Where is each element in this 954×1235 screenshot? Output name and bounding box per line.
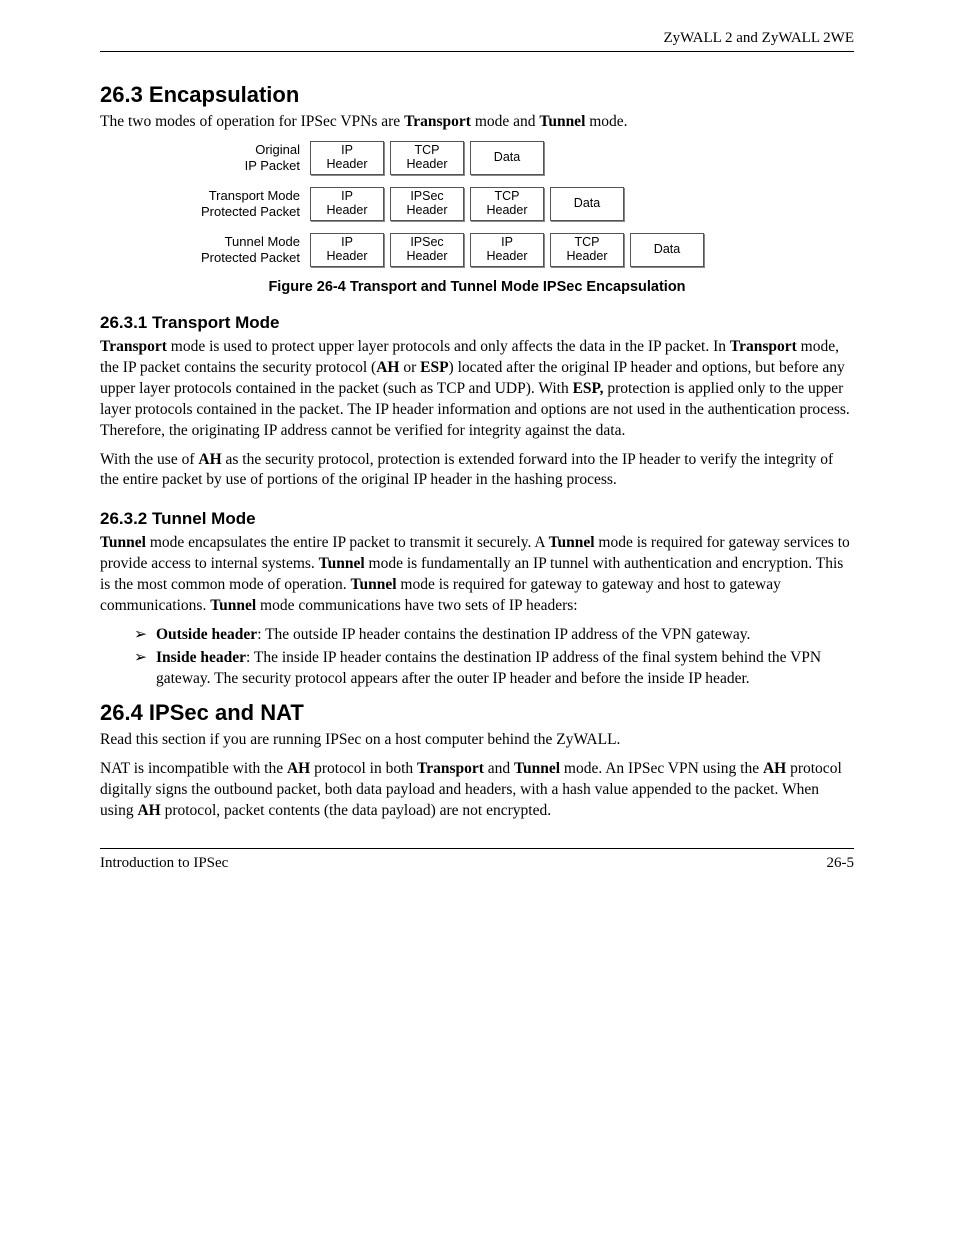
para-26-3-1-a: Transport mode is used to protect upper … bbox=[100, 337, 854, 442]
text-bold: Tunnel bbox=[100, 534, 146, 551]
diagram-box: TCPHeader bbox=[390, 141, 464, 175]
diagram-box: IPHeader bbox=[470, 233, 544, 267]
text-bold: AH bbox=[137, 802, 160, 819]
diagram-row: OriginalIP PacketIPHeaderTCPHeaderData bbox=[100, 141, 854, 175]
text: The two modes of operation for IPSec VPN… bbox=[100, 113, 404, 130]
text: : The inside IP header contains the dest… bbox=[156, 649, 821, 687]
footer-right: 26-5 bbox=[827, 855, 855, 872]
encapsulation-diagram: OriginalIP PacketIPHeaderTCPHeaderDataTr… bbox=[100, 141, 854, 267]
footer-left: Introduction to IPSec bbox=[100, 855, 228, 872]
page-footer: Introduction to IPSec 26-5 bbox=[100, 848, 854, 872]
text: mode and bbox=[471, 113, 539, 130]
text-bold: ESP bbox=[420, 359, 448, 376]
text: mode communications have two sets of IP … bbox=[256, 597, 577, 614]
text-bold: Tunnel bbox=[514, 760, 560, 777]
text-bold: Transport bbox=[730, 338, 797, 355]
para-26-4-a: Read this section if you are running IPS… bbox=[100, 730, 854, 751]
text-bold: ESP, bbox=[573, 380, 604, 397]
diagram-box: Data bbox=[630, 233, 704, 267]
bullet-item: Inside header: The inside IP header cont… bbox=[134, 648, 854, 690]
text: mode encapsulates the entire IP packet t… bbox=[146, 534, 549, 551]
text: or bbox=[399, 359, 420, 376]
text-bold: Transport bbox=[417, 760, 484, 777]
text: and bbox=[484, 760, 514, 777]
text-bold: AH bbox=[198, 451, 221, 468]
diagram-box: TCPHeader bbox=[470, 187, 544, 221]
text: mode. An IPSec VPN using the bbox=[560, 760, 763, 777]
heading-26-3: 26.3 Encapsulation bbox=[100, 82, 854, 108]
text-bold: Inside header bbox=[156, 649, 246, 666]
text: : The outside IP header contains the des… bbox=[257, 626, 750, 643]
text-bold: AH bbox=[376, 359, 399, 376]
heading-26-3-1: 26.3.1 Transport Mode bbox=[100, 313, 854, 333]
text-bold: Tunnel bbox=[539, 113, 585, 130]
diagram-box: TCPHeader bbox=[550, 233, 624, 267]
diagram-row-label: Transport ModeProtected Packet bbox=[100, 188, 310, 219]
figure-caption: Figure 26-4 Transport and Tunnel Mode IP… bbox=[100, 279, 854, 295]
heading-26-4: 26.4 IPSec and NAT bbox=[100, 700, 854, 726]
text-bold: Tunnel bbox=[351, 576, 397, 593]
diagram-box: IPSecHeader bbox=[390, 187, 464, 221]
diagram-boxes: IPHeaderTCPHeaderData bbox=[310, 141, 544, 175]
diagram-row-label: OriginalIP Packet bbox=[100, 142, 310, 173]
bullet-item: Outside header: The outside IP header co… bbox=[134, 625, 854, 646]
diagram-row: Tunnel ModeProtected PacketIPHeaderIPSec… bbox=[100, 233, 854, 267]
heading-26-3-2: 26.3.2 Tunnel Mode bbox=[100, 509, 854, 529]
diagram-row: Transport ModeProtected PacketIPHeaderIP… bbox=[100, 187, 854, 221]
text-bold: AH bbox=[287, 760, 310, 777]
diagram-box: IPSecHeader bbox=[390, 233, 464, 267]
text-bold: Tunnel bbox=[210, 597, 256, 614]
diagram-boxes: IPHeaderIPSecHeaderIPHeaderTCPHeaderData bbox=[310, 233, 704, 267]
doc-header: ZyWALL 2 and ZyWALL 2WE bbox=[100, 30, 854, 52]
text: mode. bbox=[585, 113, 627, 130]
text-bold: AH bbox=[763, 760, 786, 777]
diagram-row-label: Tunnel ModeProtected Packet bbox=[100, 234, 310, 265]
text: With the use of bbox=[100, 451, 198, 468]
diagram-box: Data bbox=[470, 141, 544, 175]
text-bold: Tunnel bbox=[549, 534, 595, 551]
diagram-box: Data bbox=[550, 187, 624, 221]
text: protocol, packet contents (the data payl… bbox=[161, 802, 551, 819]
text-bold: Transport bbox=[404, 113, 471, 130]
text-bold: Transport bbox=[100, 338, 167, 355]
diagram-box: IPHeader bbox=[310, 187, 384, 221]
bullet-list-26-3-2: Outside header: The outside IP header co… bbox=[100, 625, 854, 690]
text: Read this section if you are running IPS… bbox=[100, 731, 620, 748]
para-26-4-b: NAT is incompatible with the AH protocol… bbox=[100, 759, 854, 822]
text-bold: Tunnel bbox=[319, 555, 365, 572]
diagram-box: IPHeader bbox=[310, 233, 384, 267]
text-bold: Outside header bbox=[156, 626, 257, 643]
intro-26-3: The two modes of operation for IPSec VPN… bbox=[100, 112, 854, 133]
text: protocol in both bbox=[310, 760, 417, 777]
text: mode is used to protect upper layer prot… bbox=[167, 338, 730, 355]
text: NAT is incompatible with the bbox=[100, 760, 287, 777]
diagram-box: IPHeader bbox=[310, 141, 384, 175]
diagram-boxes: IPHeaderIPSecHeaderTCPHeaderData bbox=[310, 187, 624, 221]
para-26-3-1-b: With the use of AH as the security proto… bbox=[100, 450, 854, 492]
para-26-3-2: Tunnel mode encapsulates the entire IP p… bbox=[100, 533, 854, 617]
page: ZyWALL 2 and ZyWALL 2WE 26.3 Encapsulati… bbox=[0, 0, 954, 902]
